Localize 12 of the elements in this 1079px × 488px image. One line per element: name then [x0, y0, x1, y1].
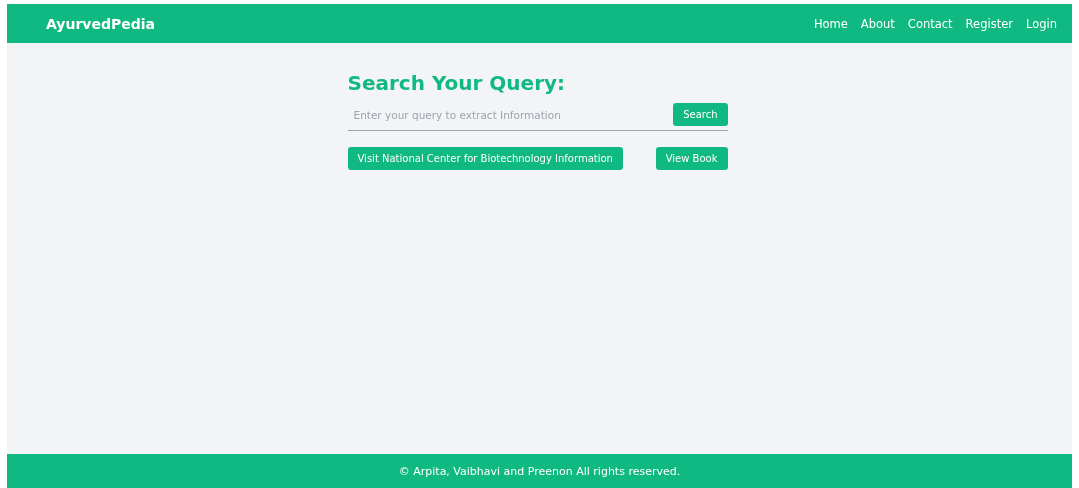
nav-link[interactable]: Contact: [907, 16, 953, 31]
search-button[interactable]: Search: [673, 103, 728, 126]
nav-link[interactable]: Login: [1025, 16, 1057, 31]
nav-link[interactable]: About: [860, 16, 895, 31]
brand-logo[interactable]: AyurvedPedia: [46, 15, 155, 32]
copyright-text: © Arpita, Vaibhavi and Preenon All rights reserved.: [398, 464, 681, 478]
search-heading: Search Your Query:: [347, 71, 567, 95]
nav-link[interactable]: Home: [813, 16, 848, 31]
link-button[interactable]: Visit National Center for Biotechnology Information: [347, 147, 623, 170]
nav-link[interactable]: Register: [965, 16, 1013, 31]
query-input[interactable]: Enter your query to extract Information: [347, 108, 654, 121]
link-button[interactable]: View Book: [655, 147, 728, 170]
